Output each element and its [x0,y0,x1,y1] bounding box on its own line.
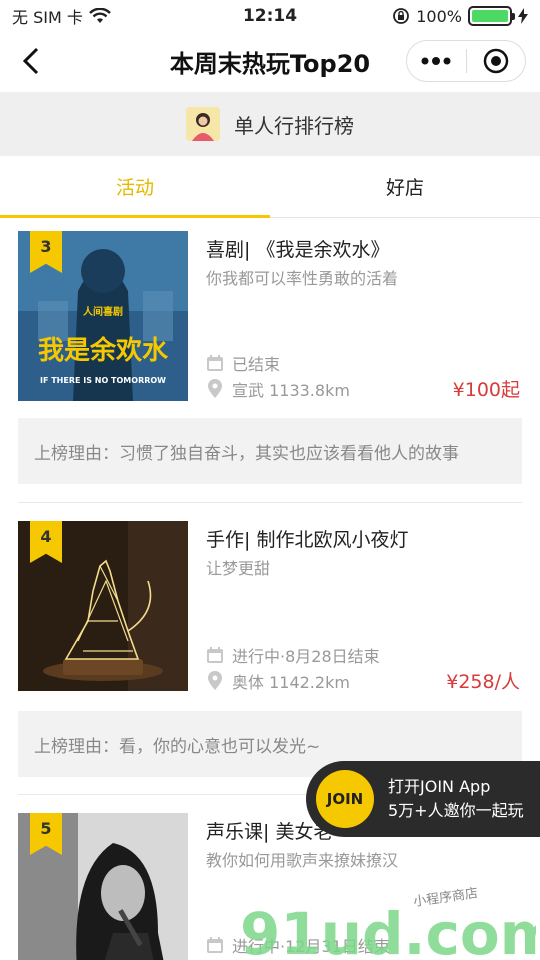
item-subtitle: 教你如何用歌声来撩妹撩汉 [206,851,399,870]
miniprogram-capsule [406,40,526,82]
item-thumbnail: 5 [18,813,188,960]
calendar-icon [207,937,223,953]
avatar [186,107,220,141]
item-price: ¥100起 [452,379,520,401]
promo-line1: 打开JOIN App [388,777,491,796]
list-item[interactable]: 人间喜剧 我是余欢水 IF THERE IS NO TOMORROW 3 喜剧|… [0,219,540,503]
tab-activities[interactable]: 活动 [0,156,270,218]
location-text: 奥体 1142.2km [232,673,350,692]
battery-icon [468,6,515,26]
orientation-lock-icon [393,8,410,24]
status-left: 无 SIM 卡 [12,4,111,28]
page-title: 本周末热玩Top20 [169,49,371,78]
ranking-banner[interactable]: 单人行排行榜 [0,92,540,156]
item-title: 手作| 制作北欧风小夜灯 [206,529,409,551]
item-subtitle: 你我都可以率性勇敢的活着 [206,269,399,288]
item-price: ¥258/人 [446,671,520,693]
location-text: 宣武 1133.8km [232,381,350,400]
status-bar: 无 SIM 卡 12:14 100% [0,0,540,32]
tab-shops[interactable]: 好店 [270,156,540,217]
banner-title: 单人行排行榜 [234,113,354,138]
poster-bottom-text: IF THERE IS NO TOMORROW [40,376,166,385]
watermark-main: 91ud.com [240,900,536,960]
close-miniprogram-button[interactable] [467,41,526,81]
battery-percent: 100% [416,6,462,26]
item-status: 进行中·8月28日结束 [206,643,380,667]
open-app-promo[interactable]: JOIN 打开JOIN App 5万+人邀你一起玩 [306,761,540,837]
poster-main-text: 我是余欢水 [38,335,169,366]
back-button[interactable] [14,44,48,78]
nav-bar: 本周末热玩Top20 [0,32,540,90]
item-reason: 上榜理由：习惯了独自奋斗，其实也应该看看他人的故事 [18,418,522,484]
status-text: 进行中·8月28日结束 [232,647,380,666]
more-button[interactable] [407,41,466,81]
more-dots-icon [421,57,451,65]
calendar-icon [207,647,223,663]
wifi-icon [89,8,111,23]
status-right: 100% [392,6,528,26]
tab-bar: 活动 好店 [0,156,540,218]
chevron-left-icon [22,47,39,75]
item-title: 喜剧| 《我是余欢水》 [206,239,390,261]
item-thumbnail: 4 [18,521,188,691]
status-text: 已结束 [232,355,281,374]
list-item[interactable]: 4 手作| 制作北欧风小夜灯 让梦更甜 进行中·8月28日结束 奥体 1142.… [0,503,540,795]
item-location: 奥体 1142.2km [206,669,350,693]
carrier-label: 无 SIM 卡 [12,8,83,27]
join-logo: JOIN [316,770,374,828]
item-location: 宣武 1133.8km [206,377,350,401]
item-status: 已结束 [206,351,280,375]
promo-line2: 5万+人邀你一起玩 [388,801,524,820]
item-subtitle: 让梦更甜 [206,559,271,578]
target-circle-icon [483,48,508,74]
promo-text: 打开JOIN App 5万+人邀你一起玩 [388,775,524,823]
charging-icon [518,8,528,24]
watermark: 91ud.com 小程序商店 [240,886,536,960]
location-pin-icon [208,671,222,690]
location-pin-icon [208,379,222,398]
item-thumbnail: 人间喜剧 我是余欢水 IF THERE IS NO TOMORROW 3 [18,231,188,401]
poster-top-text: 人间喜剧 [83,305,123,318]
calendar-icon [207,355,223,371]
